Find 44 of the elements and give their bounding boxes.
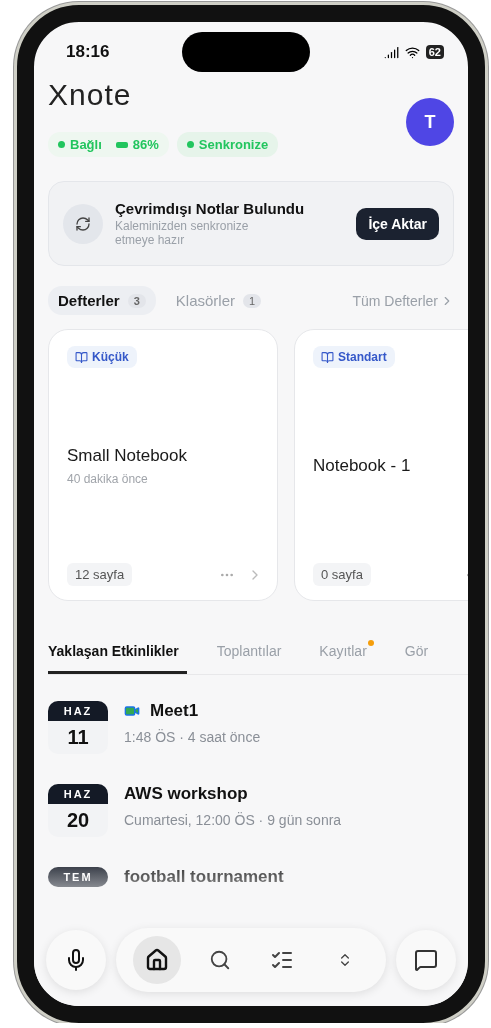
notebook-size-tag: Standart [313, 346, 395, 368]
event-month: TEM [48, 867, 108, 887]
microphone-button[interactable] [46, 930, 106, 990]
event-day: 11 [67, 721, 89, 754]
status-label: 86% [115, 137, 159, 152]
app-logo: Xnote [48, 78, 132, 112]
event-title[interactable]: AWS workshop [124, 784, 248, 804]
chat-icon [414, 948, 438, 972]
notebook-tab[interactable]: Defterler 3 [48, 286, 156, 315]
notebook-tab[interactable]: Klasörler 1 [165, 286, 272, 315]
search-icon [208, 949, 231, 971]
event-time: 1:48 ÖS · 4 saat önce [124, 729, 261, 745]
page-count: 12 sayfa [67, 563, 133, 586]
import-button[interactable]: İçe Aktar [356, 207, 439, 240]
status-label: Bağlı [58, 137, 102, 152]
page-count: 0 sayfa [313, 563, 371, 586]
event-tab[interactable]: Yaklaşan Etkinlikler [48, 637, 187, 674]
event-title[interactable]: football tournament [124, 867, 284, 887]
notebook-title: Notebook - 1 [313, 455, 412, 476]
battery-level: 62 [425, 45, 444, 59]
status-time: 18:16 [66, 42, 110, 62]
home-icon [145, 948, 170, 972]
event-month: HAZ [48, 784, 108, 804]
book-icon [75, 350, 88, 364]
chat-button[interactable] [396, 930, 456, 990]
event-title[interactable]: Meet1 [150, 701, 199, 721]
wifi-icon [404, 44, 420, 60]
sync-icon [75, 215, 91, 232]
banner-title: Çevrimdışı Notlar Bulundu [115, 200, 306, 217]
notebook-size-tag: Küçük [67, 346, 137, 368]
nav-button[interactable] [133, 936, 182, 984]
notebook-title: Small Notebook [67, 445, 188, 466]
tab-count: 1 [243, 293, 262, 308]
sync-chip: Senkronize [176, 132, 279, 157]
book-icon [321, 350, 334, 364]
notebook-card[interactable]: Standart Notebook - 1 0 sayfa [294, 329, 468, 601]
signal-icon [383, 44, 399, 60]
event-day: 20 [66, 804, 90, 837]
tab-count: 3 [127, 293, 146, 308]
notebook-time: 40 dakika önce [67, 471, 149, 486]
banner-subtitle: Kaleminizden senkronize etmeye hazır [115, 219, 250, 247]
event-month: HAZ [48, 701, 108, 721]
event-time: Cumartesi, 12:00 ÖS · 9 gün sonra [124, 812, 342, 828]
avatar[interactable]: T [406, 98, 454, 146]
